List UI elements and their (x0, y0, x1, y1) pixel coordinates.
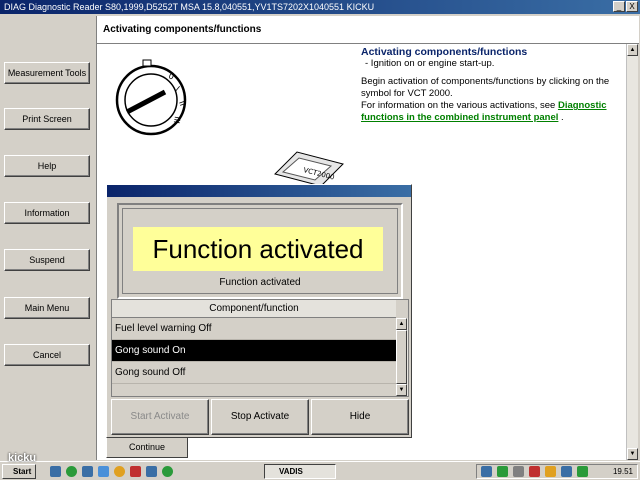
ignition-switch-icon: 0 I II III (115, 59, 187, 136)
update-icon[interactable] (545, 466, 556, 477)
stop-activate-button[interactable]: Stop Activate (211, 399, 309, 435)
list-scrollbar[interactable]: ▲ ▼ (396, 318, 408, 396)
show-desktop-icon[interactable] (50, 466, 61, 477)
window-title-bar: DIAG Diagnostic Reader S80,1999,D5252T M… (0, 0, 640, 14)
activation-dialog: Function activated Function activated Co… (106, 184, 412, 438)
watermark: kicku (8, 452, 37, 464)
start-activate-button[interactable]: Start Activate (111, 399, 209, 435)
system-tray: 19.51 (476, 464, 638, 479)
status-big-text: Function activated (133, 227, 383, 271)
list-scroll-down-icon[interactable]: ▼ (396, 384, 407, 396)
vct2000-device-icon[interactable]: VCT2000 (267, 146, 347, 186)
status-small-text: Function activated (219, 277, 301, 288)
battery-icon[interactable] (577, 466, 588, 477)
information-button[interactable]: Information (4, 202, 90, 224)
mail-icon[interactable] (98, 466, 109, 477)
window-title: DIAG Diagnostic Reader S80,1999,D5252T M… (4, 2, 375, 12)
info-bullet: - Ignition on or engine start-up. (365, 58, 495, 69)
list-item[interactable]: Fuel level warning Off (112, 318, 396, 340)
list-item-selected[interactable]: Gong sound On (112, 340, 396, 362)
component-list-header: Component/function (112, 300, 396, 318)
vadis-task-button[interactable]: VADIS (264, 464, 336, 479)
network-icon[interactable] (481, 466, 492, 477)
folder-icon[interactable] (146, 466, 157, 477)
explorer-icon[interactable] (82, 466, 93, 477)
antivirus-icon[interactable] (529, 466, 540, 477)
minimize-button[interactable]: _ (613, 1, 625, 12)
page-title: Activating components/functions (97, 16, 639, 44)
list-scroll-thumb[interactable] (396, 330, 407, 384)
continue-button[interactable]: Continue (106, 436, 188, 458)
help-button[interactable]: Help (4, 155, 90, 177)
info-paragraph-2-text: For information on the various activatio… (361, 100, 558, 111)
hide-button[interactable]: Hide (311, 399, 409, 435)
info-paragraph-2: For information on the various activatio… (361, 100, 623, 124)
browser-icon[interactable] (66, 466, 77, 477)
suspend-button[interactable]: Suspend (4, 249, 90, 271)
start-button[interactable]: Start (2, 464, 36, 479)
info-text: Activating components/functions - Igniti… (361, 46, 623, 124)
main-menu-button[interactable]: Main Menu (4, 297, 90, 319)
status-panel: Function activated Function activated (117, 203, 403, 299)
scroll-up-arrow-icon[interactable]: ▲ (627, 44, 638, 56)
info-paragraph-2-end: . (558, 112, 564, 123)
messenger-icon[interactable] (114, 466, 125, 477)
measurement-tools-button[interactable]: Measurement Tools (4, 62, 90, 84)
security-icon[interactable] (497, 466, 508, 477)
taskbar: Start VADIS 19.51 (0, 461, 640, 480)
main-scrollbar[interactable]: ▲ ▼ (626, 44, 638, 460)
volume-icon[interactable] (513, 466, 524, 477)
scroll-down-arrow-icon[interactable]: ▼ (627, 448, 638, 460)
close-button[interactable]: X (626, 1, 638, 12)
list-item[interactable]: Gong sound Off (112, 362, 396, 384)
component-list: Component/function Fuel level warning Of… (111, 299, 409, 397)
cancel-button[interactable]: Cancel (4, 344, 90, 366)
chrome-icon[interactable] (162, 466, 173, 477)
clock: 19.51 (612, 467, 633, 476)
list-scroll-up-icon[interactable]: ▲ (396, 318, 407, 330)
dialog-title-bar (107, 185, 411, 197)
print-screen-button[interactable]: Print Screen (4, 108, 90, 130)
display-icon[interactable] (561, 466, 572, 477)
info-paragraph-1: Begin activation of components/functions… (361, 76, 610, 99)
tools-icon[interactable] (130, 466, 141, 477)
info-title: Activating components/functions (361, 46, 528, 58)
